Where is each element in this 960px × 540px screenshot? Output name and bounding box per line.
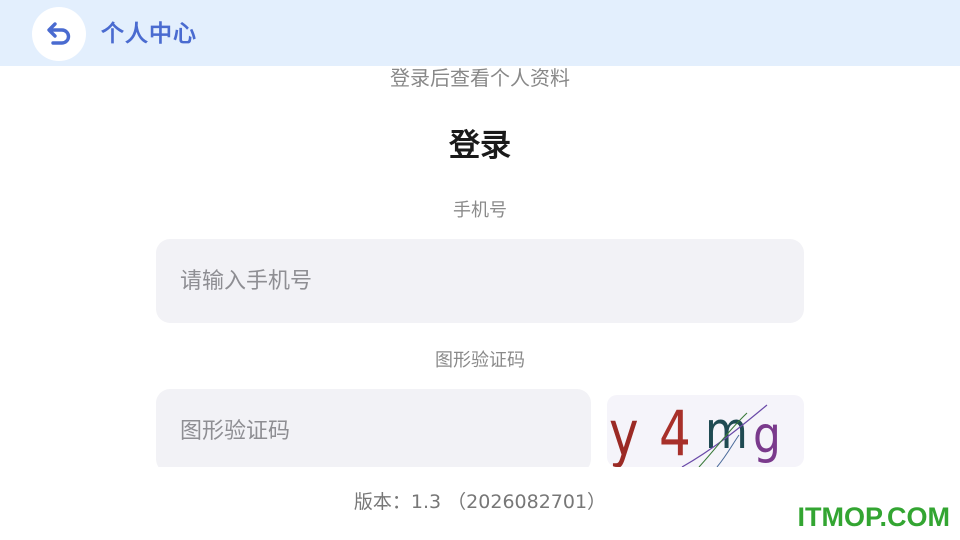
login-form-scroll-area: 登录后查看个人资料 登录 手机号 图形验证码 y 4 m g — [0, 0, 960, 467]
captcha-char: 4 — [659, 398, 691, 467]
phone-label: 手机号 — [453, 200, 507, 221]
captcha-char: g — [753, 407, 781, 466]
captcha-label: 图形验证码 — [435, 350, 525, 371]
captcha-char: y — [609, 398, 639, 467]
captcha-image[interactable]: y 4 m g — [607, 395, 804, 467]
watermark-logo: ITMOP.COM — [797, 502, 950, 532]
login-heading: 登录 — [449, 128, 511, 164]
captcha-char: m — [705, 402, 748, 461]
captcha-input[interactable] — [156, 389, 591, 467]
phone-input[interactable] — [156, 239, 804, 323]
captcha-graphic: y 4 m g — [609, 398, 781, 467]
login-hint: 登录后查看个人资料 — [390, 66, 570, 90]
